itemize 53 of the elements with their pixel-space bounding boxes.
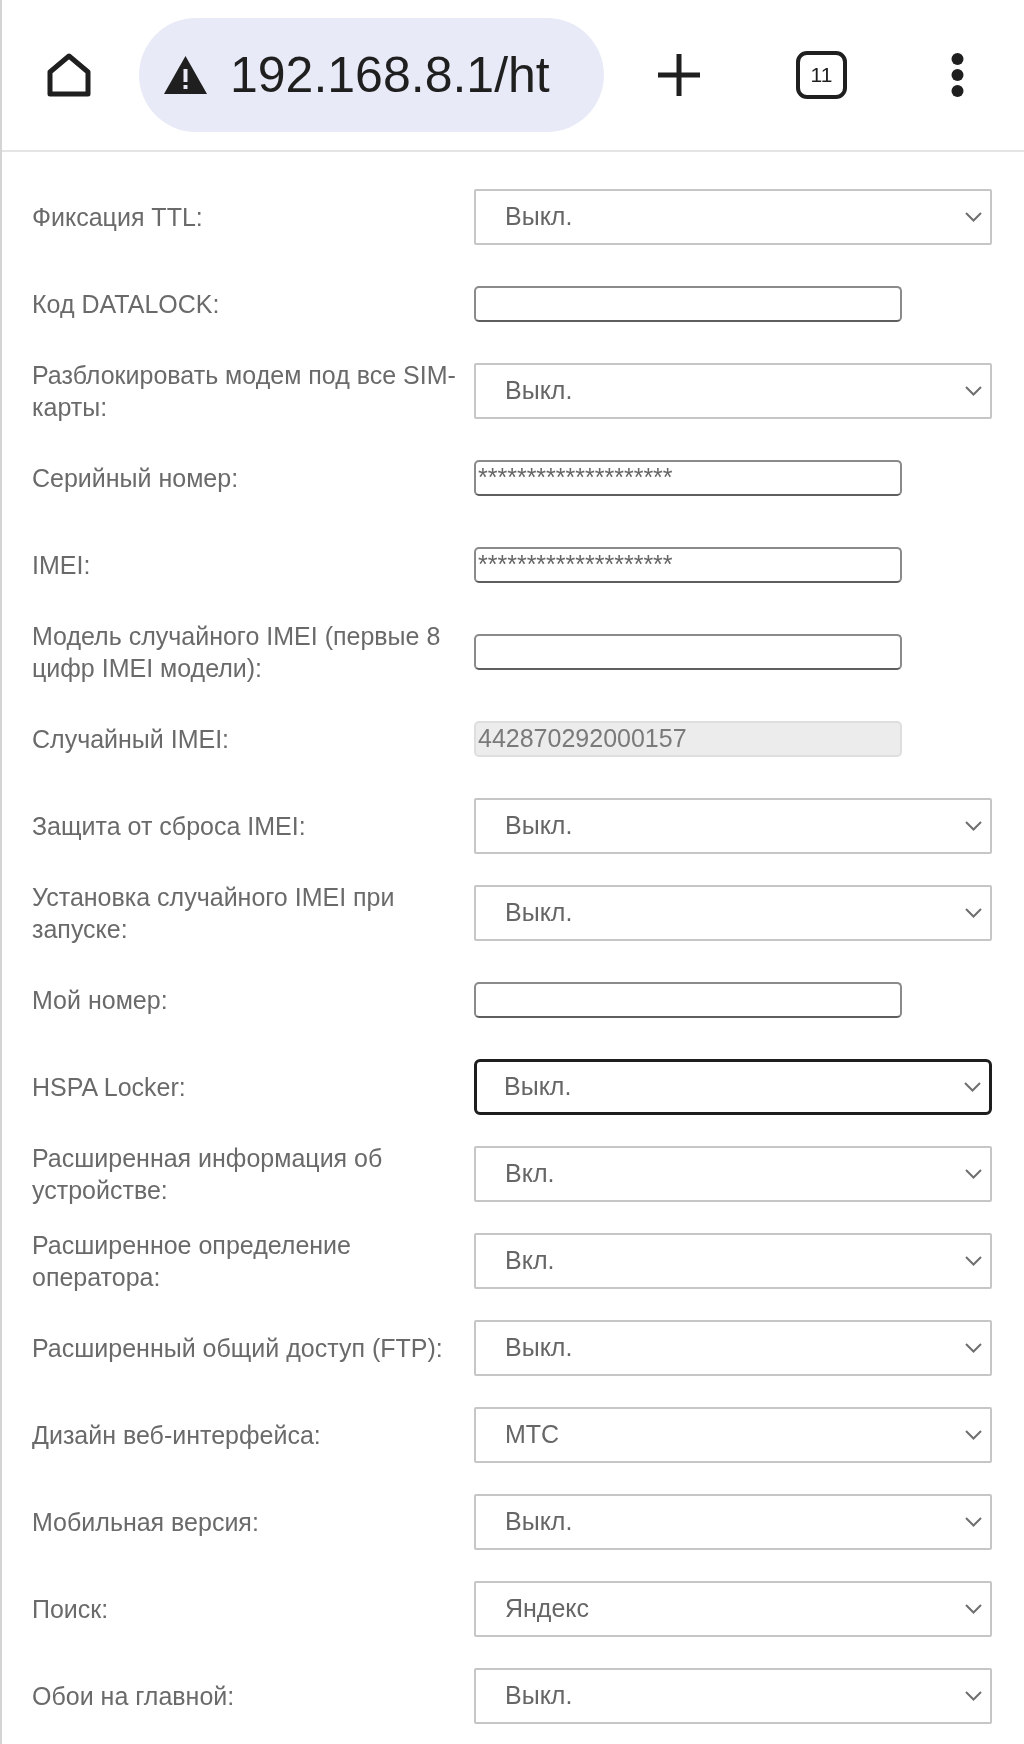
chevron-down-icon bbox=[964, 1081, 981, 1092]
field-label: Фиксация TTL: bbox=[32, 201, 204, 233]
tab-switcher-button[interactable]: 11 bbox=[796, 51, 847, 99]
chevron-down-icon bbox=[965, 385, 982, 396]
address-bar[interactable]: 192.168.8.1/ht bbox=[139, 18, 604, 132]
chevron-down-icon bbox=[965, 211, 982, 222]
field-label: Серийный номер: bbox=[32, 462, 240, 494]
chevron-down-icon bbox=[965, 1429, 982, 1440]
chevron-down-icon bbox=[965, 820, 982, 831]
field-label: Код DATALOCK: bbox=[32, 288, 221, 320]
dropdown-select[interactable]: Выкл. bbox=[474, 188, 992, 245]
dropdown-select[interactable]: Выкл. bbox=[474, 1667, 992, 1724]
field-label: Мой номер: bbox=[32, 984, 169, 1016]
text-field[interactable] bbox=[474, 633, 902, 670]
text-field[interactable] bbox=[474, 981, 902, 1018]
dropdown-select[interactable]: Выкл. bbox=[474, 1058, 992, 1115]
dropdown-select[interactable]: Выкл. bbox=[474, 1319, 992, 1376]
dropdown-select[interactable]: Вкл. bbox=[474, 1145, 992, 1202]
field-label: Мобильная версия: bbox=[32, 1506, 260, 1538]
dropdown-select[interactable]: Выкл. bbox=[474, 1493, 992, 1550]
text-field[interactable] bbox=[474, 285, 902, 322]
field-label: Разблокировать модем под все SIM-карты: bbox=[32, 359, 457, 423]
field-label: Расширенная информация об устройстве: bbox=[32, 1142, 384, 1206]
chevron-down-icon bbox=[965, 1168, 982, 1179]
text-field[interactable]: ******************** bbox=[474, 546, 902, 583]
chevron-down-icon bbox=[965, 1690, 982, 1701]
field-label: Защита от сброса IMEI: bbox=[32, 810, 307, 842]
field-label: Обои на главной: bbox=[32, 1680, 236, 1712]
warning-icon bbox=[163, 55, 208, 95]
field-label: HSPA Locker: bbox=[32, 1071, 187, 1103]
chevron-down-icon bbox=[965, 907, 982, 918]
chevron-down-icon bbox=[965, 1516, 982, 1527]
dropdown-select[interactable]: МТС bbox=[474, 1406, 992, 1463]
dropdown-select[interactable]: Выкл. bbox=[474, 884, 992, 941]
plus-icon[interactable] bbox=[656, 52, 702, 98]
chevron-down-icon bbox=[965, 1255, 982, 1266]
chevron-down-icon bbox=[965, 1603, 982, 1614]
menu-icon[interactable] bbox=[949, 51, 966, 99]
field-label: Расширенный общий доступ (FTP): bbox=[32, 1332, 444, 1364]
field-label: Модель случайного IMEI (первые 8 цифр IMEI модели): bbox=[32, 620, 442, 684]
field-label: Установка случайного IMEI при запуске: bbox=[32, 881, 396, 945]
field-label: Дизайн веб-интерфейса: bbox=[32, 1419, 322, 1451]
field-label: Случайный IMEI: bbox=[32, 723, 231, 755]
dropdown-select[interactable]: Яндекс bbox=[474, 1580, 992, 1637]
dropdown-select[interactable]: Выкл. bbox=[474, 362, 992, 419]
field-label: Расширенное определение оператора: bbox=[32, 1229, 352, 1293]
field-label: Поиск: bbox=[32, 1593, 110, 1625]
dropdown-select[interactable]: Выкл. bbox=[474, 797, 992, 854]
text-field[interactable]: ******************** bbox=[474, 459, 902, 496]
home-icon[interactable] bbox=[45, 51, 93, 99]
dropdown-select[interactable]: Вкл. bbox=[474, 1232, 992, 1289]
field-label: IMEI: bbox=[32, 549, 92, 581]
chevron-down-icon bbox=[965, 1342, 982, 1353]
